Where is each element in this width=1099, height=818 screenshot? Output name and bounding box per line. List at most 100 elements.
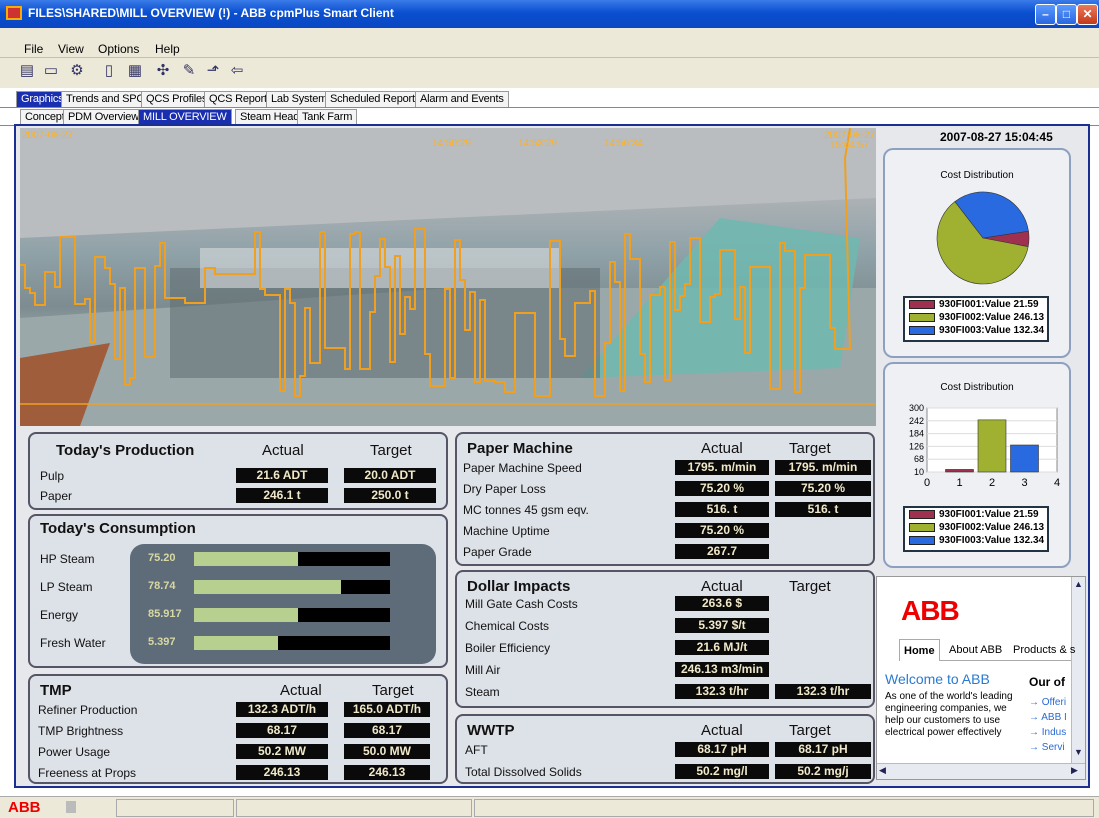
actual-value: 246.13 m3/min: [675, 662, 769, 677]
offers-list: → Offeri → ABB I → Indus → Servi: [1029, 695, 1071, 755]
status-pane: [236, 799, 472, 817]
abb-web-frame: ABB ▲ ▼ Home About ABB Products & s Welc…: [876, 576, 1086, 780]
offer-link[interactable]: → Servi: [1029, 740, 1071, 755]
legend-swatch: [909, 536, 935, 545]
web-tab-about[interactable]: About ABB: [945, 639, 1006, 661]
scroll-down-icon[interactable]: ▼: [1073, 747, 1084, 759]
actual-value: 1795. m/min: [675, 460, 769, 475]
menu-options[interactable]: Options: [98, 42, 139, 56]
target-header: Target: [789, 578, 831, 595]
row-label: LP Steam: [40, 580, 93, 594]
minimize-button[interactable]: –: [1035, 4, 1056, 25]
actual-value: 267.7: [675, 544, 769, 559]
trend-end-time: 15:04:57: [830, 140, 869, 151]
x-tick-label: 3: [1021, 477, 1027, 489]
target-header: Target: [372, 682, 414, 699]
legend-swatch: [909, 313, 935, 322]
actual-value: 21.6 MJ/t: [675, 640, 769, 655]
row-label: Paper: [40, 489, 73, 503]
row-label: Paper Grade: [463, 545, 532, 559]
main-tab-bar: Graphics Trends and SPC QCS Profiles QCS…: [0, 90, 1099, 108]
row-label: HP Steam: [40, 552, 95, 566]
table-icon[interactable]: ▦: [124, 60, 146, 82]
production-panel: Today's Production Actual Target Pulp 21…: [28, 432, 448, 510]
y-tick-label: 242: [909, 416, 924, 426]
y-tick-label: 68: [914, 454, 924, 464]
horizontal-scrollbar[interactable]: ◀ ▶: [877, 763, 1085, 779]
tab-trends-spc[interactable]: Trends and SPC: [61, 91, 150, 107]
paint-icon[interactable]: ✎: [178, 60, 200, 82]
actual-value: 68.17 pH: [675, 742, 769, 757]
web-tab-home[interactable]: Home: [899, 639, 940, 661]
offer-link[interactable]: → Indus: [1029, 725, 1071, 740]
consumption-panel: Today's Consumption HP Steam 75.20 LP Stea…: [28, 514, 448, 668]
target-value: 132.3 t/hr: [775, 684, 871, 699]
legend-label: 930FI001:Value 21.59: [939, 509, 1039, 520]
row-label: Energy: [40, 608, 79, 622]
maximize-button[interactable]: □: [1056, 4, 1077, 25]
bar: [977, 419, 1007, 473]
consumption-bar: [194, 608, 390, 622]
consumption-bar: [194, 636, 390, 650]
dollar-impacts-panel: Dollar Impacts Actual Target Mill Gate C…: [455, 570, 875, 708]
legend-swatch: [909, 510, 935, 519]
web-tab-products[interactable]: Products & s: [1009, 639, 1079, 661]
tab-scheduled-reports[interactable]: Scheduled Reports: [325, 91, 426, 107]
actual-value: 21.6 ADT: [236, 468, 328, 483]
row-label: Boiler Efficiency: [465, 641, 551, 655]
trend-line: [20, 128, 852, 397]
actual-header: Actual: [280, 682, 322, 699]
panel-title: Today's Production: [56, 442, 195, 459]
bar: [1010, 444, 1039, 473]
target-header: Target: [789, 440, 831, 457]
actual-value: 132.3 ADT/h: [236, 702, 328, 717]
menu-file[interactable]: File: [24, 42, 43, 56]
layout-icon[interactable]: ▤: [16, 60, 38, 82]
actual-value: 5.397 $/t: [675, 618, 769, 633]
menu-view[interactable]: View: [58, 42, 84, 56]
legend-label: 930FI002:Value 246.13: [939, 522, 1045, 533]
tab-pdm-overview[interactable]: PDM Overview: [63, 109, 144, 125]
row-label: AFT: [465, 743, 488, 757]
offer-link[interactable]: → ABB I: [1029, 710, 1071, 725]
tab-lab-system[interactable]: Lab System: [266, 91, 333, 107]
tab-tank-farm[interactable]: Tank Farm: [297, 109, 358, 125]
tab-mill-overview[interactable]: MILL OVERVIEW: [138, 109, 232, 125]
actual-value: 75.20 %: [675, 481, 769, 496]
document-icon[interactable]: ▯: [98, 60, 120, 82]
trend-start-label: 2007-08-27: [22, 130, 74, 141]
navigate-icon[interactable]: ✣: [152, 60, 174, 82]
tab-qcs-profiles[interactable]: QCS Profiles: [141, 91, 213, 107]
title-bar: FILES\SHARED\MILL OVERVIEW (!) - ABB cpm…: [0, 0, 1099, 28]
row-label: Mill Air: [465, 663, 501, 677]
tmp-panel: TMP Actual Target Refiner Production 132.…: [28, 674, 448, 784]
chart-title: Cost Distribution: [940, 170, 1014, 181]
close-button[interactable]: ✕: [1077, 4, 1098, 25]
scroll-right-icon[interactable]: ▶: [1071, 765, 1078, 776]
trend-time-label: 14:50:29: [432, 138, 471, 149]
actual-value: 50.2 mg/l: [675, 764, 769, 779]
chart-icon[interactable]: ⬏: [202, 60, 224, 82]
legend-item: 930FI001:Value 21.59: [905, 508, 1047, 521]
x-tick-label: 1: [956, 477, 962, 489]
offer-link[interactable]: → Offeri: [1029, 695, 1071, 710]
consumption-bar: [194, 580, 390, 594]
target-value: 1795. m/min: [775, 460, 871, 475]
consumption-bar-fill: [194, 608, 298, 622]
row-label: MC tonnes 45 gsm eqv.: [463, 503, 589, 517]
window-icon[interactable]: ▭: [40, 60, 62, 82]
back-icon[interactable]: ⇦: [226, 60, 248, 82]
consumption-value: 78.74: [148, 580, 176, 592]
actual-value: 132.3 t/hr: [675, 684, 769, 699]
trend-time-label: 14:53:29: [518, 138, 557, 149]
chart-title: Cost Distribution: [940, 382, 1014, 393]
scroll-up-icon[interactable]: ▲: [1073, 579, 1084, 591]
actual-value: 75.20 %: [675, 523, 769, 538]
vertical-scrollbar[interactable]: ▲ ▼: [1071, 577, 1085, 763]
tab-alarm-events[interactable]: Alarm and Events: [415, 91, 509, 107]
menu-help[interactable]: Help: [155, 42, 180, 56]
target-value: 68.17 pH: [775, 742, 871, 757]
y-tick-label: 184: [909, 429, 924, 439]
scroll-left-icon[interactable]: ◀: [879, 765, 886, 776]
tools-icon[interactable]: ⚙: [66, 60, 88, 82]
